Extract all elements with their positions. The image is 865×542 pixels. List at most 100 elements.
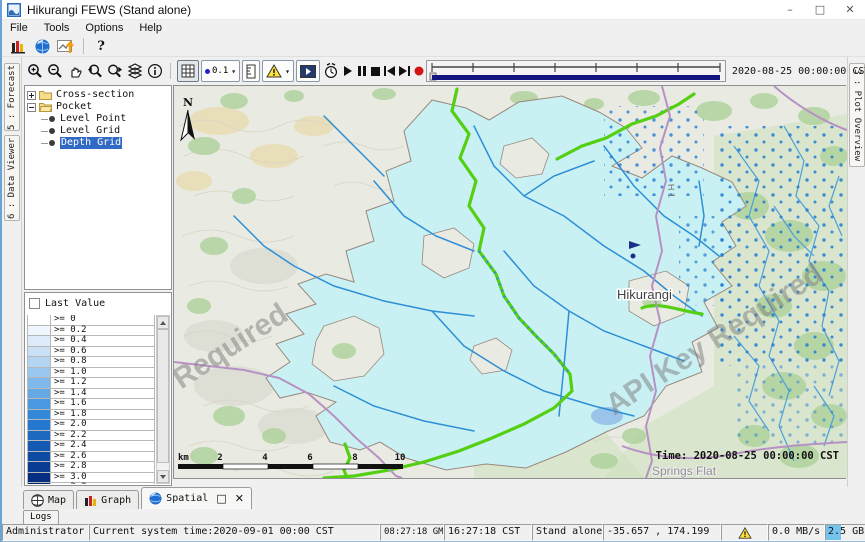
- layers-icon: [127, 63, 143, 79]
- legend-row[interactable]: >= 0.2: [27, 326, 155, 337]
- toolbar-separator: [83, 38, 84, 54]
- spatial-tab-globe-icon: [149, 492, 162, 505]
- status-local-time: 16:27:18 CST: [444, 524, 532, 541]
- tab-plot-overview[interactable]: 3 : Plot Overview: [849, 63, 865, 167]
- menu-options[interactable]: Options: [77, 20, 131, 36]
- legend-row[interactable]: >= 3.0: [27, 473, 155, 484]
- legend-swatch: [27, 368, 51, 379]
- legend-row[interactable]: >= 1.4: [27, 389, 155, 400]
- tab-forecast[interactable]: 5 : Forecast: [4, 63, 20, 131]
- close-button[interactable]: ✕: [835, 0, 865, 19]
- legend-row[interactable]: >= 0.8: [27, 357, 155, 368]
- info-button[interactable]: [146, 60, 164, 82]
- node-bullet-icon: [49, 140, 55, 146]
- legend-row[interactable]: >= 3.2: [27, 483, 155, 484]
- record-button[interactable]: [413, 60, 425, 82]
- tab-graph[interactable]: Graph: [76, 490, 139, 509]
- status-system-time: Current system time:2020-09-01 00:00 CST: [89, 524, 380, 541]
- help-button[interactable]: ?: [89, 37, 113, 56]
- tree-item-level-grid[interactable]: Level Grid: [27, 125, 169, 137]
- legend-row[interactable]: >= 2.0: [27, 420, 155, 431]
- warning-dropdown[interactable]: ▾: [262, 60, 294, 82]
- ruler-button[interactable]: [242, 60, 260, 82]
- left-panel: Cross-section Pocket Level Point: [24, 85, 172, 487]
- layers-button[interactable]: [126, 60, 144, 82]
- zoom-previous-button[interactable]: [86, 60, 104, 82]
- legend-row[interactable]: >= 0.6: [27, 347, 155, 358]
- zoom-next-button[interactable]: [106, 60, 124, 82]
- maximize-button[interactable]: □: [805, 0, 835, 19]
- legend-scrollbar[interactable]: [156, 315, 170, 484]
- legend-swatch: [27, 315, 51, 326]
- tab-close-icon[interactable]: ✕: [235, 492, 244, 505]
- tab-label: Graph: [101, 495, 131, 506]
- logs-button[interactable]: Logs: [23, 510, 59, 525]
- legend-row[interactable]: >= 1.6: [27, 399, 155, 410]
- database-button[interactable]: [6, 37, 30, 56]
- tab-map[interactable]: Map: [23, 490, 74, 509]
- pan-hand-icon: [67, 63, 83, 79]
- legend-row[interactable]: >= 1.0: [27, 368, 155, 379]
- tab-maximize-icon[interactable]: □: [216, 492, 226, 505]
- left-tab-strip: 5 : Forecast 6 : Data Viewer: [2, 57, 22, 487]
- layer-tree: Cross-section Pocket Level Point: [24, 85, 172, 290]
- interval-dropdown[interactable]: 0.1 ▾: [201, 60, 240, 82]
- pan-button[interactable]: [66, 60, 84, 82]
- stop-button[interactable]: [370, 60, 381, 82]
- chart-arrow-icon: [57, 38, 76, 54]
- legend-swatch: [27, 420, 51, 431]
- tab-data-viewer[interactable]: 6 : Data Viewer: [4, 135, 20, 221]
- scroll-thumb[interactable]: [157, 329, 169, 463]
- svg-text:4: 4: [262, 453, 268, 463]
- pause-button[interactable]: [356, 60, 368, 82]
- map-display-button[interactable]: [30, 37, 54, 56]
- legend-row[interactable]: >= 2.2: [27, 431, 155, 442]
- spatial-display-button[interactable]: [54, 37, 78, 56]
- timeline-slider[interactable]: [426, 60, 726, 82]
- grid-display-button[interactable]: [177, 60, 199, 82]
- scroll-down-icon[interactable]: [157, 470, 169, 483]
- legend-swatch: [27, 462, 51, 473]
- tab-spatial[interactable]: Spatial □ ✕: [141, 487, 252, 509]
- movie-player-button[interactable]: [296, 60, 320, 82]
- last-value-option[interactable]: Last Value: [25, 293, 171, 313]
- tree-item-label: Level Point: [60, 113, 126, 125]
- first-step-button[interactable]: [383, 60, 396, 82]
- tree-item-level-point[interactable]: Level Point: [27, 113, 169, 125]
- animation-settings-button[interactable]: [322, 60, 340, 82]
- status-download-speed: 0.0 MB/s: [768, 524, 825, 541]
- legend-row[interactable]: >= 0: [27, 315, 155, 326]
- legend-row[interactable]: >= 1.8: [27, 410, 155, 421]
- status-warning-icon: [738, 527, 752, 539]
- expand-plus-icon[interactable]: [27, 91, 36, 100]
- legend-row[interactable]: >= 2.4: [27, 441, 155, 452]
- pause-icon: [357, 66, 367, 76]
- menu-tools[interactable]: Tools: [36, 20, 78, 36]
- status-gmt-time: 08:27:18 GMT: [380, 524, 444, 541]
- legend-row[interactable]: >= 0.4: [27, 336, 155, 347]
- minimize-button[interactable]: –: [775, 0, 805, 19]
- tree-item-cross-section[interactable]: Cross-section: [27, 89, 169, 101]
- record-icon: [414, 66, 424, 76]
- scroll-up-icon[interactable]: [157, 316, 169, 329]
- tree-item-depth-grid[interactable]: Depth Grid: [27, 137, 169, 149]
- legend-swatch: [27, 452, 51, 463]
- map-panel: API Key Required API Key Required H 1 Hi…: [173, 85, 846, 479]
- last-step-button[interactable]: [398, 60, 411, 82]
- legend-label: >= 0.4: [51, 336, 155, 347]
- legend-row[interactable]: >= 2.6: [27, 452, 155, 463]
- legend-row[interactable]: >= 1.2: [27, 378, 155, 389]
- zoom-in-button[interactable]: [26, 60, 44, 82]
- map-canvas[interactable]: API Key Required API Key Required H 1 Hi…: [174, 86, 847, 478]
- last-value-checkbox[interactable]: [29, 298, 40, 309]
- play-button[interactable]: [342, 60, 354, 82]
- legend-label: >= 1.2: [51, 378, 155, 389]
- menu-help[interactable]: Help: [131, 20, 170, 36]
- collapse-minus-icon[interactable]: [27, 103, 36, 112]
- menu-file[interactable]: File: [2, 20, 36, 36]
- svg-text:8: 8: [352, 453, 357, 463]
- status-warning-cell[interactable]: [721, 524, 768, 541]
- zoom-out-button[interactable]: [46, 60, 64, 82]
- tree-item-pocket[interactable]: Pocket: [27, 101, 169, 113]
- legend-row[interactable]: >= 2.8: [27, 462, 155, 473]
